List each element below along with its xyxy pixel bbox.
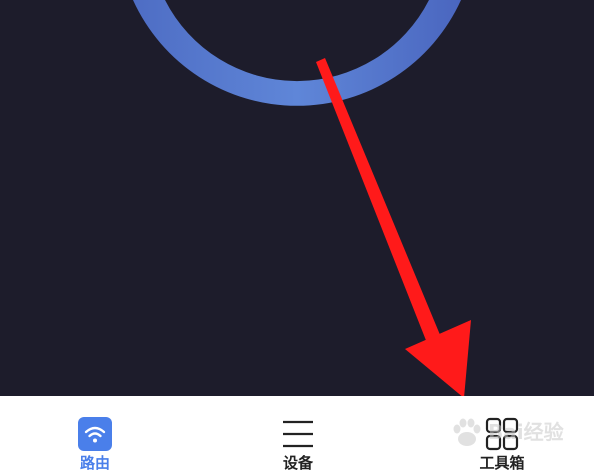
tab-toolbox-label: 工具箱 [479,454,525,472]
watermark-text: Bai经验 [488,420,564,444]
tab-devices[interactable]: 设备 [228,396,368,472]
tab-devices-label: 设备 [282,454,313,472]
status-ring [133,0,461,106]
paw-icon [453,418,481,446]
main-content-area [0,0,594,396]
tab-router[interactable]: 路由 [25,396,165,472]
main-overlay [133,0,471,396]
tab-router-label: 路由 [79,454,110,472]
app-screen: 路由 设备 工具箱 Bai经验 [0,0,594,472]
menu-icon [283,420,313,448]
watermark: Bai经验 [448,412,594,452]
annotation-arrow [316,58,471,396]
wifi-icon [78,417,112,451]
